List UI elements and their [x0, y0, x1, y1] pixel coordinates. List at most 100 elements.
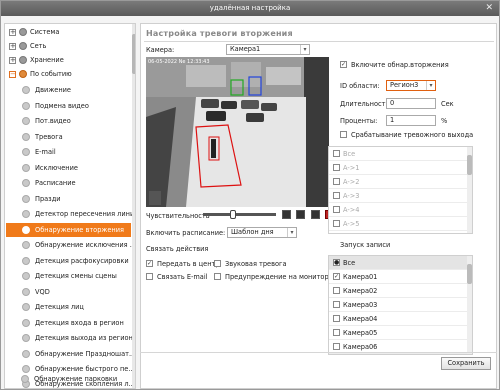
audio-alarm-label: Звуковая тревога: [225, 260, 287, 268]
sidebar-group-event[interactable]: По событию: [30, 70, 72, 78]
list-item-label: Все: [343, 150, 356, 158]
sidebar-item-parking[interactable]: Обнаружение парковки: [34, 375, 117, 383]
sidebar-item-face-detection[interactable]: Детекция лиц: [35, 303, 84, 311]
sidebar-item-email[interactable]: E-mail: [35, 148, 56, 156]
sidebar-item-exception-detection[interactable]: Обнаружение исключения ...: [35, 241, 135, 249]
duration-input[interactable]: 0: [386, 98, 436, 109]
sidebar-item-line-crossing[interactable]: Детектор пересечения линии: [35, 210, 135, 218]
list-item-checkbox[interactable]: [333, 178, 340, 185]
list-item[interactable]: A->1: [329, 161, 472, 175]
scroll-thumb[interactable]: [132, 34, 135, 74]
list-item-checkbox[interactable]: ●: [333, 259, 340, 266]
sidebar-item-schedule[interactable]: Расписание: [35, 179, 76, 187]
sidebar-item-loitering[interactable]: Обнаружение Праздношат...: [35, 350, 135, 358]
schedule-select[interactable]: Шаблон дня ▾: [227, 227, 297, 238]
list-item[interactable]: Камера04: [329, 312, 472, 326]
list-item[interactable]: ● Все: [329, 256, 472, 270]
list-item[interactable]: ✓ Камера01: [329, 270, 472, 284]
enable-detection-label: Включите обнар.вторжения: [351, 61, 449, 69]
sidebar-item-motion[interactable]: Движение: [35, 86, 71, 94]
email-link-checkbox[interactable]: [146, 273, 153, 280]
item-icon: [22, 164, 30, 172]
video-preview[interactable]: 06-05-2022 Ne 12:33:43: [146, 57, 329, 207]
sidebar-item-exception[interactable]: Исключение: [35, 164, 78, 172]
list-item-label: A->3: [343, 192, 360, 200]
item-icon: [22, 133, 30, 141]
chevron-down-icon: ▾: [300, 45, 309, 54]
list-scrollbar[interactable]: [467, 256, 472, 354]
camera-select[interactable]: Камера1 ▾: [226, 44, 310, 55]
list-item[interactable]: A->4: [329, 203, 472, 217]
sidebar-item-tamper[interactable]: Подмена видео: [35, 102, 89, 110]
percent-input[interactable]: 1: [386, 115, 436, 126]
list-item-checkbox[interactable]: ✓: [333, 273, 340, 280]
sidebar-item-intrusion[interactable]: Обнаружение вторжения: [6, 223, 131, 237]
main-panel: Настройка тревоги вторжения Камера: Каме…: [140, 23, 497, 389]
list-item-checkbox[interactable]: [333, 220, 340, 227]
save-button[interactable]: Сохранить: [441, 357, 491, 370]
list-item-label: Камера04: [343, 315, 378, 323]
list-item-checkbox[interactable]: [333, 329, 340, 336]
close-icon[interactable]: ✕: [485, 1, 493, 16]
draw-area-icon[interactable]: [282, 210, 291, 219]
item-icon: [22, 179, 30, 187]
email-link-label: Связать E-mail: [157, 273, 208, 281]
list-item-checkbox[interactable]: [333, 301, 340, 308]
enable-detection-checkbox[interactable]: ✓: [340, 61, 347, 68]
scroll-thumb[interactable]: [467, 155, 472, 175]
monitor-warning-checkbox[interactable]: [214, 273, 221, 280]
sidebar-item-video-loss[interactable]: Пот.видео: [35, 117, 71, 125]
scroll-thumb[interactable]: [467, 264, 472, 284]
sidebar-item-alarm[interactable]: Тревога: [35, 133, 63, 141]
camera-select-value: Камера1: [230, 45, 261, 53]
alarm-output-checkbox[interactable]: [340, 131, 347, 138]
list-item-checkbox[interactable]: [333, 287, 340, 294]
item-icon: [22, 102, 30, 110]
list-item[interactable]: Камера02: [329, 284, 472, 298]
list-item-checkbox[interactable]: [333, 150, 340, 157]
list-scrollbar[interactable]: [467, 147, 472, 233]
list-item[interactable]: Камера05: [329, 326, 472, 340]
sidebar-item-scene-change[interactable]: Детекция смены сцены: [35, 272, 117, 280]
list-item-checkbox[interactable]: [333, 343, 340, 350]
list-item-checkbox[interactable]: [333, 315, 340, 322]
list-item[interactable]: A->3: [329, 189, 472, 203]
sidebar-item-vqd[interactable]: VQD: [35, 288, 50, 296]
clear-area-icon[interactable]: [311, 210, 320, 219]
item-icon: [22, 365, 30, 373]
expand-icon[interactable]: +: [9, 29, 16, 36]
notify-center-checkbox[interactable]: ✓: [146, 260, 153, 267]
sidebar-item-holiday[interactable]: Празди: [35, 195, 61, 203]
remote-config-window: удалённая настройка ✕ + Система + Сеть +…: [0, 0, 500, 390]
sidebar-group-network[interactable]: Сеть: [30, 42, 46, 50]
list-item[interactable]: Камера03: [329, 298, 472, 312]
sidebar-item-region-entrance[interactable]: Детекция входа в регион: [35, 319, 124, 327]
sidebar-item-fast-moving[interactable]: Обнаружение быстрого пе...: [35, 365, 135, 373]
sidebar-group-system[interactable]: Система: [30, 28, 59, 36]
sidebar-item-region-exit[interactable]: Детекция выхода из региона: [35, 334, 135, 342]
list-item-label: A->4: [343, 206, 360, 214]
draw-line-icon[interactable]: [296, 210, 305, 219]
audio-alarm-checkbox[interactable]: [214, 260, 221, 267]
list-item-checkbox[interactable]: [333, 192, 340, 199]
monitor-warning-label: Предупреждение на мониторе: [225, 273, 333, 281]
sidebar-item-defocus[interactable]: Детекция расфокусировки: [35, 257, 129, 265]
sensitivity-slider[interactable]: [203, 213, 276, 216]
item-icon: [22, 272, 30, 280]
sidebar-group-storage[interactable]: Хранение: [30, 56, 64, 64]
item-icon: [22, 241, 30, 249]
list-item[interactable]: A->5: [329, 217, 472, 231]
expand-icon[interactable]: +: [9, 43, 16, 50]
list-item-checkbox[interactable]: [333, 206, 340, 213]
expand-icon[interactable]: +: [9, 57, 16, 64]
item-icon: [22, 117, 30, 125]
list-item-checkbox[interactable]: [333, 164, 340, 171]
item-icon: [22, 257, 30, 265]
list-item[interactable]: Все: [329, 147, 472, 161]
video-timestamp: 06-05-2022 Ne 12:33:43: [148, 59, 210, 65]
collapse-icon[interactable]: −: [9, 71, 16, 78]
region-id-select[interactable]: Регион3 ▾: [386, 80, 436, 91]
list-item[interactable]: A->2: [329, 175, 472, 189]
sensitivity-slider-handle[interactable]: [230, 210, 236, 219]
sidebar-scrollbar[interactable]: [132, 24, 135, 388]
